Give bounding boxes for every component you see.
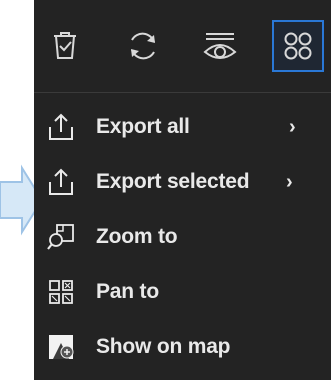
- table-toolbar: [34, 0, 331, 92]
- export-icon: [46, 112, 76, 142]
- visibility-button[interactable]: [194, 20, 246, 72]
- clear-selection-button[interactable]: [39, 20, 91, 72]
- refresh-icon: [131, 32, 155, 60]
- options-grid-icon: [284, 32, 312, 60]
- clear-selection-icon: [54, 32, 76, 59]
- export-icon: [46, 167, 76, 197]
- menu-item-zoom-to[interactable]: Zoom to: [34, 212, 331, 262]
- refresh-button[interactable]: [117, 20, 169, 72]
- zoom-to-icon: [46, 222, 76, 252]
- show-on-map-icon: [46, 332, 76, 362]
- options-button[interactable]: [272, 20, 324, 72]
- chevron-right-icon: ›: [286, 170, 293, 193]
- menu-item-label: Export all: [96, 115, 190, 138]
- pan-to-icon: [46, 277, 76, 307]
- menu-item-label: Zoom to: [96, 225, 178, 248]
- visibility-icon: [203, 33, 237, 59]
- menu-item-label: Show on map: [96, 335, 231, 358]
- menu-item-show-on-map[interactable]: Show on map: [34, 322, 331, 372]
- options-menu: Export all › Export selected › Zoom to P…: [34, 92, 331, 380]
- menu-item-pan-to[interactable]: Pan to: [34, 267, 331, 317]
- chevron-right-icon: ›: [289, 115, 296, 138]
- menu-item-export-all[interactable]: Export all ›: [34, 102, 331, 152]
- menu-item-label: Export selected: [96, 170, 250, 193]
- screenshot-stage: Export all › Export selected › Zoom to P…: [0, 0, 331, 380]
- menu-item-export-selected[interactable]: Export selected ›: [34, 157, 331, 207]
- menu-item-label: Pan to: [96, 280, 159, 303]
